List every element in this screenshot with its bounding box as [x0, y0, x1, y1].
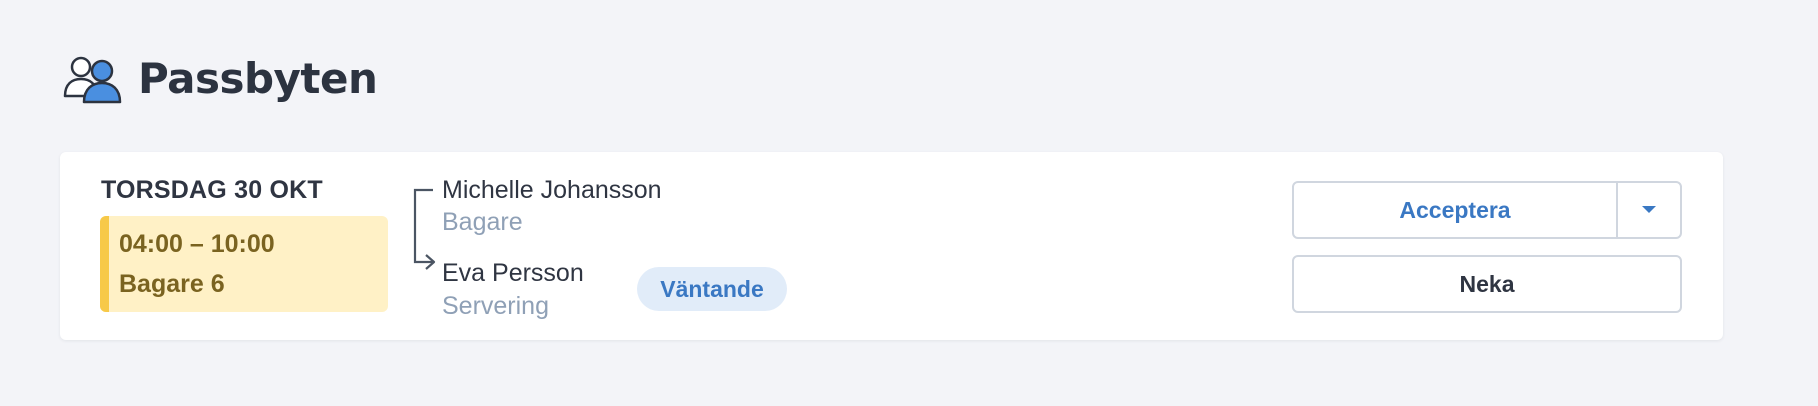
- shift-color-bar: [100, 216, 109, 312]
- to-person-name: Eva Persson: [442, 259, 584, 287]
- page-header: Passbyten: [62, 52, 378, 104]
- accept-options-button[interactable]: [1616, 183, 1680, 237]
- from-person-name: Michelle Johansson: [442, 176, 662, 204]
- from-person-role: Bagare: [442, 208, 523, 236]
- swap-arrow-icon: [413, 188, 436, 270]
- status-badge: Väntande: [637, 267, 787, 311]
- accept-button[interactable]: Acceptera: [1294, 183, 1616, 237]
- deny-button[interactable]: Neka: [1292, 255, 1682, 313]
- shift-time: 04:00 – 10:00: [119, 230, 275, 258]
- caret-down-icon: [1642, 206, 1656, 213]
- users-icon: [62, 52, 124, 104]
- to-person-role: Servering: [442, 292, 549, 320]
- accept-button-group: Acceptera: [1292, 181, 1682, 239]
- shift-block[interactable]: 04:00 – 10:00 Bagare 6: [100, 216, 388, 312]
- shift-date: TORSDAG 30 OKT: [101, 176, 323, 204]
- shift-role: Bagare 6: [119, 270, 225, 298]
- page-title: Passbyten: [138, 53, 378, 103]
- shift-swap-card: TORSDAG 30 OKT 04:00 – 10:00 Bagare 6 Mi…: [60, 152, 1723, 340]
